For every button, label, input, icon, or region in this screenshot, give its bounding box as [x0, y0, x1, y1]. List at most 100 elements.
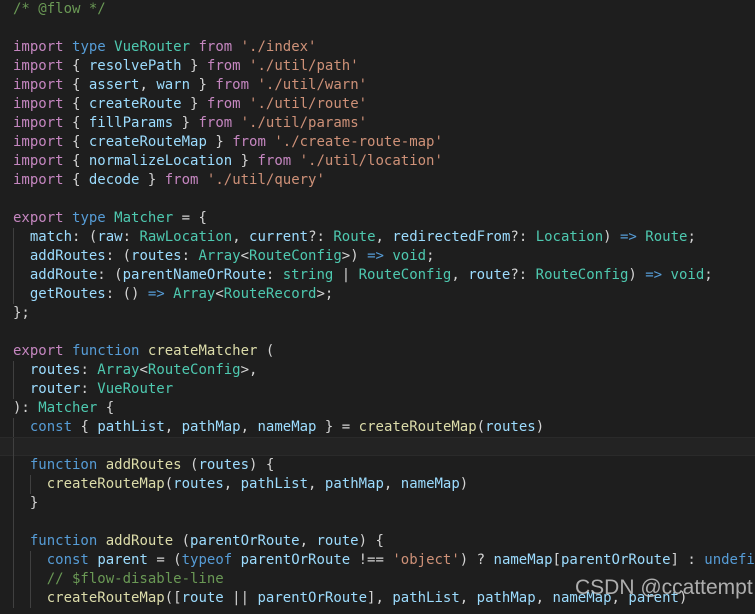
code-token: warn: [156, 77, 191, 93]
code-token: parent: [97, 552, 148, 568]
indent-guide: [13, 532, 14, 551]
code-line[interactable]: function addRoute (parentOrRoute, route)…: [0, 532, 755, 551]
code-token: createRoute: [88, 96, 182, 112]
code-token: createRouteMap: [88, 134, 207, 150]
code-token: ?:: [510, 229, 536, 245]
code-token: }: [139, 172, 165, 188]
code-token: type: [72, 210, 106, 226]
code-token: pathList: [392, 590, 460, 606]
code-token: ,: [308, 476, 325, 492]
code-token: from: [198, 39, 233, 55]
code-token: from: [206, 96, 241, 112]
code-content[interactable]: /* @flow */ import type VueRouter from '…: [0, 0, 755, 608]
code-token: ([: [164, 590, 182, 606]
code-token: :: [181, 248, 199, 264]
code-token: (: [173, 533, 191, 549]
indent-guide: [13, 228, 14, 247]
code-token: function: [29, 533, 98, 549]
code-token: {: [63, 96, 89, 112]
code-token: }: [173, 115, 199, 131]
code-line[interactable]: // $flow-disable-line: [0, 570, 755, 589]
code-token: }: [181, 96, 207, 112]
code-token: |: [333, 267, 359, 283]
code-line[interactable]: import type VueRouter from './index': [0, 38, 755, 57]
code-token: parentNameOrRoute: [122, 267, 266, 283]
code-token: (: [257, 343, 275, 359]
indent-guide: [13, 247, 14, 266]
code-token: ;: [687, 229, 696, 245]
code-line[interactable]: /* @flow */: [0, 0, 755, 19]
code-token: pathMap: [324, 476, 384, 492]
code-token: <: [215, 286, 224, 302]
code-line[interactable]: addRoute: (parentNameOrRoute: string | R…: [0, 266, 755, 285]
code-line[interactable]: export type Matcher = {: [0, 209, 755, 228]
code-line[interactable]: routes: Array<RouteConfig>,: [0, 361, 755, 380]
code-token: createMatcher: [147, 343, 258, 359]
code-line[interactable]: export function createMatcher (: [0, 342, 755, 361]
code-token: './util/path': [249, 58, 359, 74]
code-token: void: [670, 267, 705, 283]
code-token: : (: [97, 267, 123, 283]
code-token: : (): [105, 286, 148, 302]
code-editor[interactable]: /* @flow */ import type VueRouter from '…: [0, 0, 755, 614]
code-token: {: [72, 419, 98, 435]
code-token: current: [249, 229, 309, 245]
code-token: Route: [645, 229, 688, 245]
code-line[interactable]: createRouteMap([route || parentOrRoute],…: [0, 589, 755, 608]
code-line[interactable]: import { decode } from './util/query': [0, 171, 755, 190]
code-line[interactable]: [0, 437, 755, 457]
code-line[interactable]: ): Matcher {: [0, 399, 755, 418]
code-token: addRoutes: [105, 457, 182, 473]
code-line[interactable]: import { normalizeLocation } from './uti…: [0, 152, 755, 171]
code-line[interactable]: }: [0, 494, 755, 513]
code-token: ): [603, 229, 620, 245]
code-line[interactable]: import { createRouteMap } from './create…: [0, 133, 755, 152]
code-line[interactable]: [0, 190, 755, 209]
code-token: type: [72, 39, 106, 55]
code-token: pathMap: [476, 590, 536, 606]
code-token: routes: [485, 419, 536, 435]
code-token: createRouteMap: [46, 590, 165, 606]
code-token: addRoute: [105, 533, 174, 549]
code-line[interactable]: [0, 323, 755, 342]
code-line[interactable]: createRouteMap(routes, pathList, pathMap…: [0, 475, 755, 494]
code-token: ,: [139, 77, 157, 93]
code-line[interactable]: const parent = (typeof parentOrRoute !==…: [0, 551, 755, 570]
code-token: export: [13, 343, 64, 359]
code-line[interactable]: match: (raw: RawLocation, current?: Rout…: [0, 228, 755, 247]
code-line[interactable]: getRoutes: () => Array<RouteRecord>;: [0, 285, 755, 304]
code-line[interactable]: [0, 19, 755, 38]
code-token: routes: [131, 248, 182, 264]
code-token: :: [122, 229, 140, 245]
code-token: (: [164, 476, 174, 492]
code-line[interactable]: addRoutes: (routes: Array<RouteConfig>) …: [0, 247, 755, 266]
code-line[interactable]: import { createRoute } from './util/rout…: [0, 95, 755, 114]
code-line[interactable]: import { assert, warn } from './util/war…: [0, 76, 755, 95]
code-token: ;: [704, 267, 713, 283]
code-token: =>: [147, 286, 165, 302]
code-line[interactable]: [0, 513, 755, 532]
code-line[interactable]: router: VueRouter: [0, 380, 755, 399]
code-line[interactable]: import { resolvePath } from './util/path…: [0, 57, 755, 76]
code-token: resolvePath: [88, 58, 182, 74]
code-token: ): [459, 476, 469, 492]
code-token: {: [63, 77, 89, 93]
code-line[interactable]: function addRoutes (routes) {: [0, 456, 755, 475]
code-line[interactable]: const { pathList, pathMap, nameMap } = c…: [0, 418, 755, 437]
code-line[interactable]: };: [0, 304, 755, 323]
code-line[interactable]: import { fillParams } from './util/param…: [0, 114, 755, 133]
code-token: void: [392, 248, 427, 264]
